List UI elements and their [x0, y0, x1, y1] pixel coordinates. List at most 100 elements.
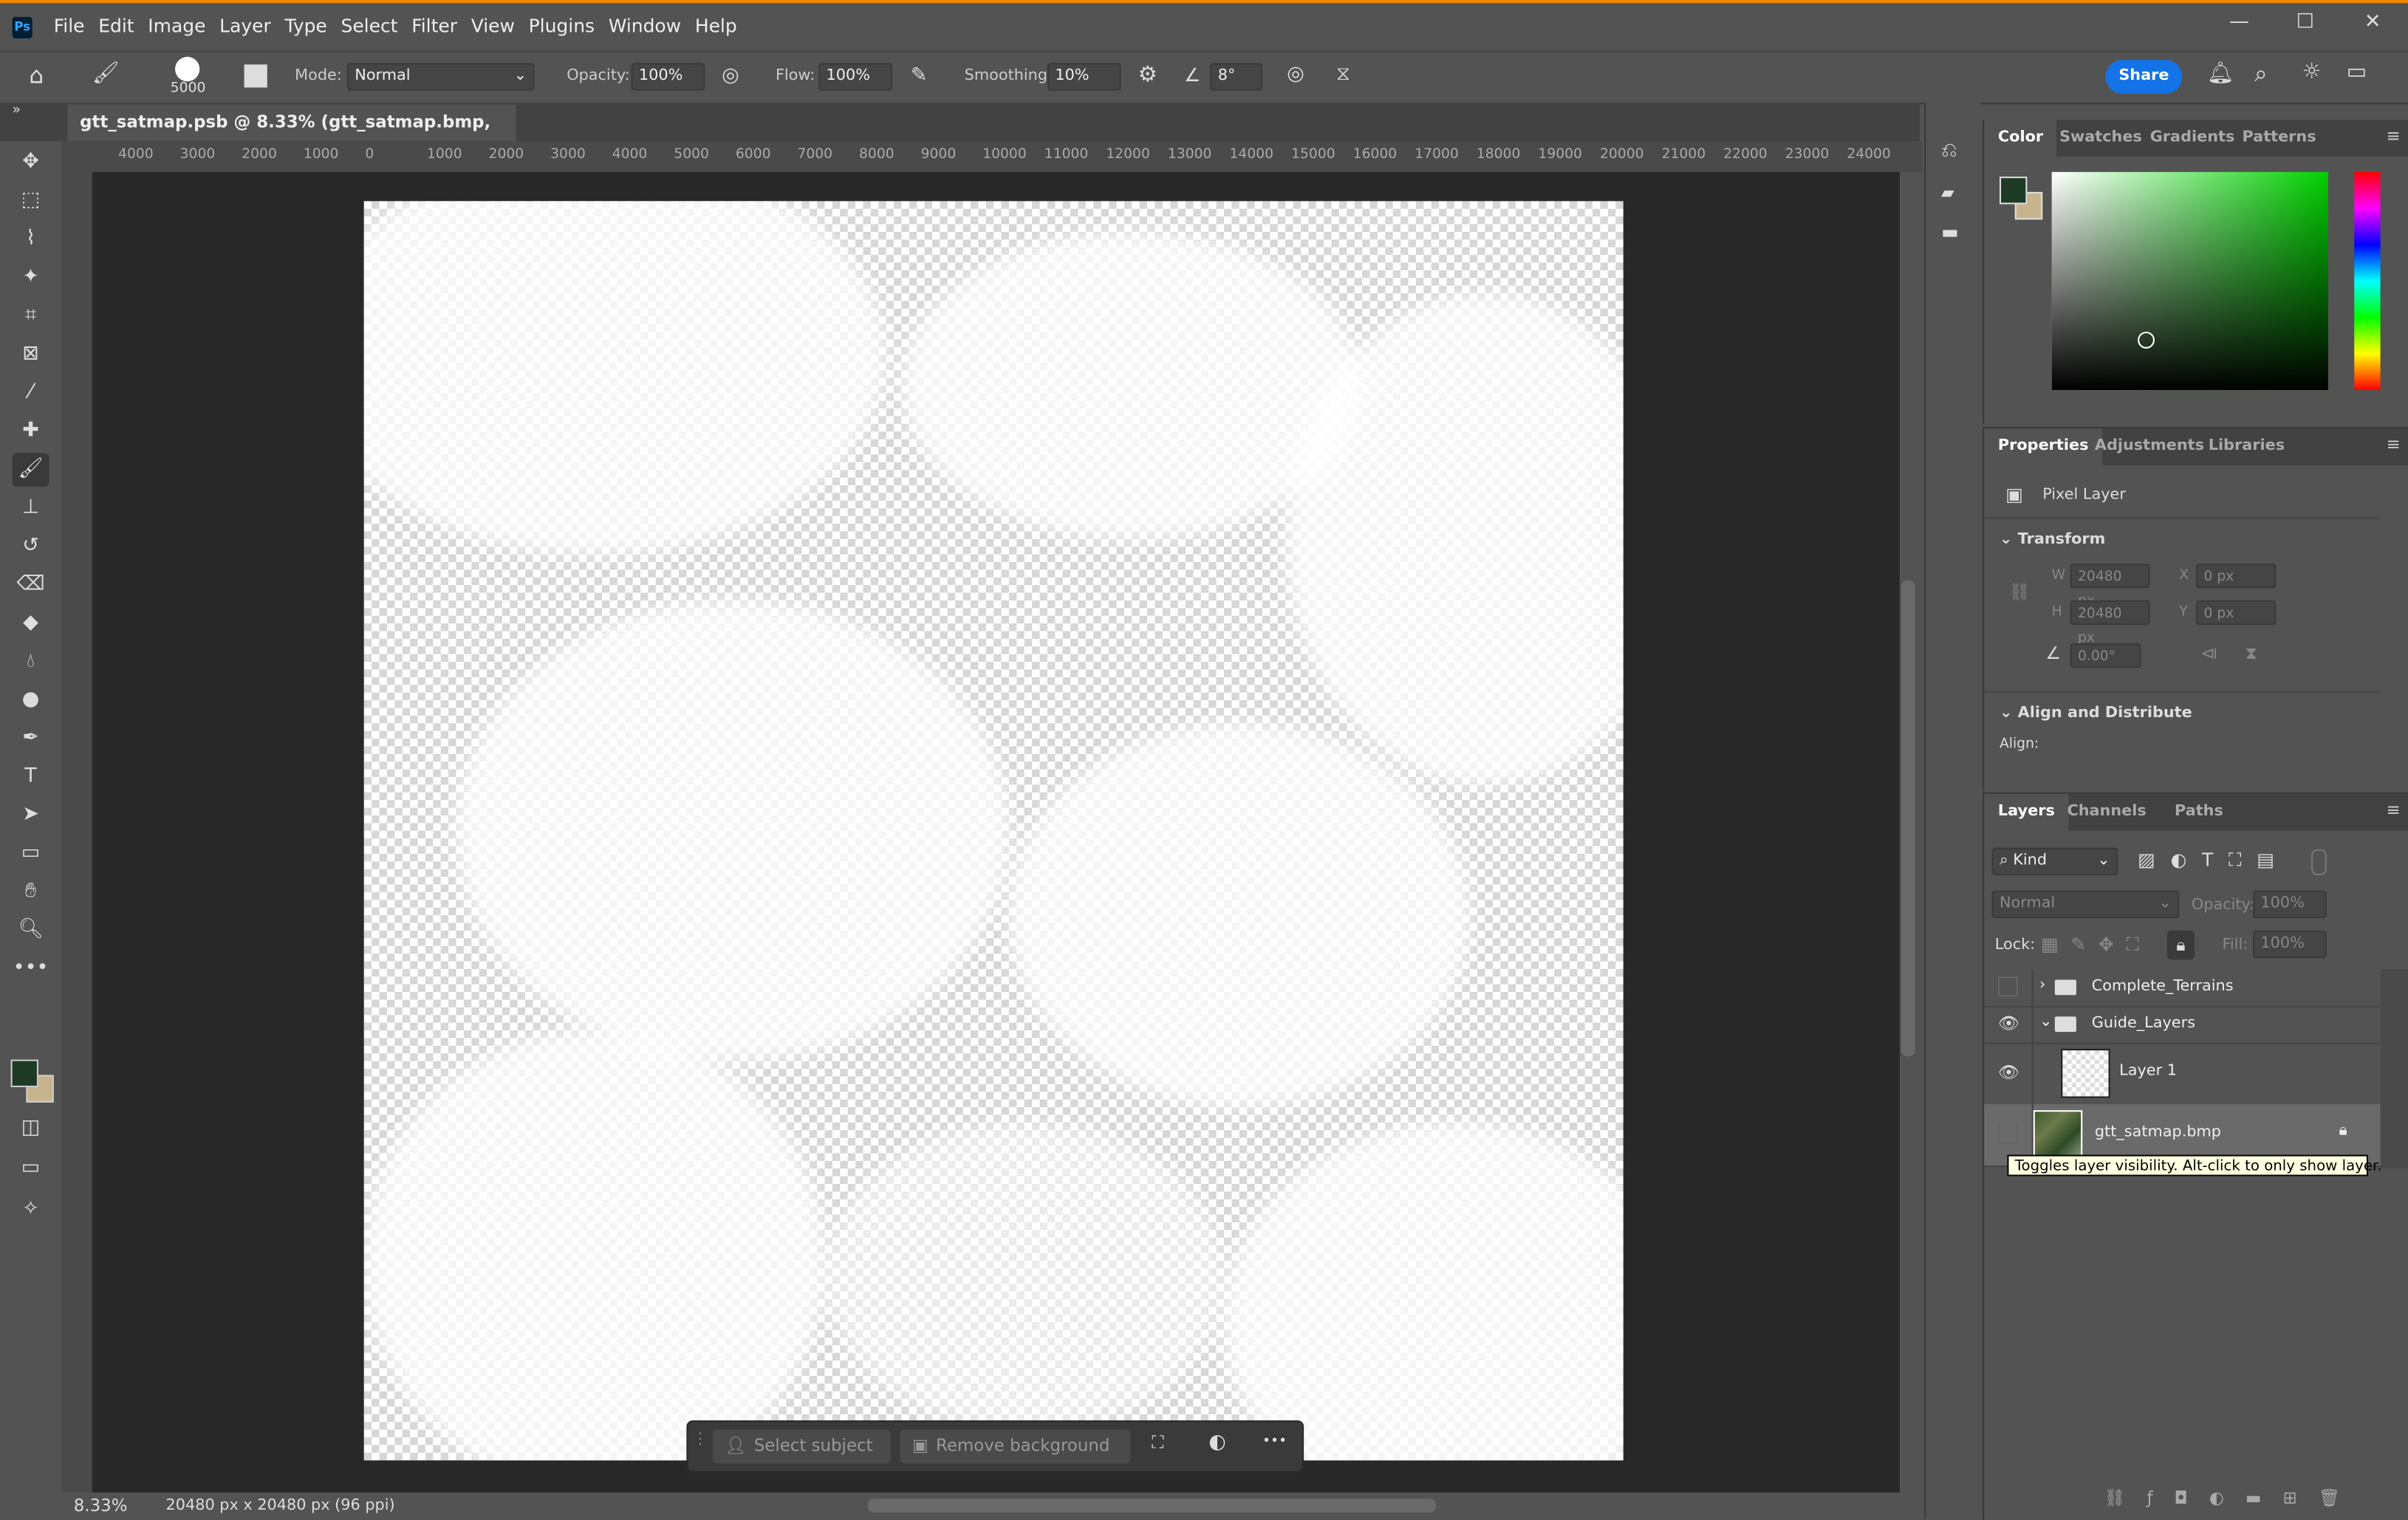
- document-tab[interactable]: gtt_satmap.psb @ 8.33% (gtt_satmap.bmp, …: [67, 104, 516, 169]
- fill-input[interactable]: 100%: [2253, 930, 2327, 959]
- layer-name[interactable]: Layer 1: [2119, 1063, 2177, 1080]
- plugins-icon[interactable]: ▰: [1941, 182, 1954, 202]
- brush-preset-icon[interactable]: 🖌: [92, 61, 120, 86]
- screen-mode-icon[interactable]: ▭: [13, 1151, 49, 1185]
- lock-all-icon[interactable]: 🔒︎: [2166, 930, 2195, 960]
- color-picker-cursor[interactable]: [2138, 332, 2155, 349]
- chevron-down-icon[interactable]: ⌄: [2039, 1013, 2052, 1030]
- dodge-tool-icon[interactable]: ●: [13, 683, 49, 717]
- eye-icon[interactable]: 👁︎: [1998, 1013, 2019, 1033]
- menu-help[interactable]: Help: [695, 3, 737, 49]
- opacity-input[interactable]: 100%: [631, 63, 705, 91]
- remove-background-button[interactable]: ▣ Remove background: [900, 1429, 1131, 1464]
- panel-menu-icon[interactable]: ≡: [2386, 434, 2400, 454]
- close-window-button[interactable]: ✕: [2350, 11, 2395, 34]
- align-section-toggle[interactable]: ⌄ Align and Distribute: [2000, 705, 2192, 722]
- paint-bucket-tool-icon[interactable]: ◆: [13, 606, 49, 640]
- layer-row[interactable]: 👁︎ Layer 1: [1984, 1042, 2381, 1106]
- layer-opacity-input[interactable]: 100%: [2253, 890, 2327, 919]
- expand-toolbar-icon[interactable]: »: [0, 103, 62, 142]
- bell-icon[interactable]: 🔔︎: [2207, 61, 2234, 86]
- layers-scroll-track[interactable]: [2380, 968, 2408, 1169]
- stamp-tool-icon[interactable]: ⊥: [13, 491, 49, 525]
- zoom-level[interactable]: 8.33%: [74, 1496, 128, 1516]
- move-tool-icon[interactable]: ✥: [13, 146, 49, 180]
- type-tool-icon[interactable]: T: [13, 760, 49, 794]
- menu-view[interactable]: View: [471, 3, 515, 49]
- color-field[interactable]: [2051, 171, 2328, 391]
- zoom-tool-icon[interactable]: 🔍︎: [13, 914, 49, 948]
- layer-name[interactable]: Guide_Layers: [2092, 1015, 2195, 1032]
- brush-tool-icon[interactable]: 🖌︎: [12, 453, 49, 487]
- crop-tool-icon[interactable]: ⌗: [13, 299, 49, 333]
- visibility-toggle[interactable]: [1997, 1123, 2018, 1144]
- magic-wand-tool-icon[interactable]: ✦: [13, 261, 49, 295]
- brush-size-icon[interactable]: [175, 56, 200, 82]
- healing-tool-icon[interactable]: ✚: [13, 414, 49, 448]
- document-info[interactable]: 20480 px x 20480 px (96 ppi): [166, 1497, 395, 1514]
- menu-image[interactable]: Image: [148, 3, 205, 49]
- history-brush-tool-icon[interactable]: ↺: [13, 530, 49, 564]
- discover-lightbulb-icon[interactable]: ☼: [2302, 60, 2322, 84]
- layer-row[interactable]: 👁︎ ⌄ Guide_Layers: [1984, 1005, 2381, 1044]
- drag-handle-icon[interactable]: ⋮: [693, 1431, 708, 1448]
- maximize-button[interactable]: ☐: [2282, 11, 2328, 34]
- layer-footer-buttons[interactable]: ⛓ƒ◘◐▬⊞🗑︎: [2104, 1488, 2361, 1508]
- lock-icons[interactable]: ▦✎✥⛶: [2041, 934, 2151, 956]
- marquee-tool-icon[interactable]: ⬚: [13, 184, 49, 218]
- comments-icon[interactable]: ▬: [1941, 221, 1959, 242]
- more-options-button[interactable]: •••: [1262, 1434, 1287, 1450]
- height-input[interactable]: 20480 px: [2070, 600, 2150, 646]
- chevron-right-icon[interactable]: ›: [2039, 976, 2045, 993]
- eyedropper-tool-icon[interactable]: ⁄: [13, 376, 49, 410]
- layer-filter-select[interactable]: ⌕ Kind ⌄: [1991, 847, 2118, 876]
- foreground-color-swatch[interactable]: [10, 1059, 38, 1088]
- brush-settings-icon[interactable]: [244, 64, 267, 88]
- panel-menu-icon[interactable]: ≡: [2386, 800, 2400, 820]
- document-canvas[interactable]: [363, 201, 1624, 1461]
- horizontal-scrollbar[interactable]: [867, 1499, 1436, 1513]
- brush-angle-input[interactable]: 8°: [1210, 63, 1263, 91]
- flow-input[interactable]: 100%: [818, 63, 892, 91]
- mode-select[interactable]: Normal ⌄: [346, 63, 535, 91]
- eraser-tool-icon[interactable]: ⌫: [13, 568, 49, 602]
- flip-vertical-icon[interactable]: ⧗: [2245, 643, 2257, 665]
- tab-channels[interactable]: Channels: [2053, 794, 2161, 831]
- menu-edit[interactable]: Edit: [98, 3, 134, 49]
- airbrush-icon[interactable]: ✎: [911, 64, 928, 87]
- pressure-opacity-icon[interactable]: ◎: [722, 64, 739, 87]
- blur-tool-icon[interactable]: 💧︎: [13, 645, 49, 679]
- eye-icon[interactable]: 👁︎: [1998, 1063, 2019, 1083]
- menu-file[interactable]: File: [54, 3, 85, 49]
- select-subject-button[interactable]: 👤︎ Select subject: [712, 1429, 891, 1464]
- tab-paths[interactable]: Paths: [2161, 794, 2237, 831]
- lasso-tool-icon[interactable]: ⌇: [13, 222, 49, 256]
- frame-tool-icon[interactable]: ⊠: [13, 338, 49, 372]
- share-button[interactable]: Share: [2105, 60, 2183, 94]
- vertical-scrollbar[interactable]: [1901, 580, 1915, 1057]
- link-icon[interactable]: ⛓: [2008, 582, 2030, 602]
- menu-window[interactable]: Window: [609, 3, 681, 49]
- layer-name[interactable]: Complete_Terrains: [2092, 978, 2234, 995]
- hand-tool-icon[interactable]: ✋︎: [13, 875, 49, 909]
- path-select-tool-icon[interactable]: ➤: [13, 798, 49, 832]
- symmetry-icon[interactable]: ⧖: [1336, 63, 1350, 86]
- menu-filter[interactable]: Filter: [411, 3, 457, 49]
- home-icon[interactable]: ⌂: [30, 61, 44, 89]
- tab-libraries[interactable]: Libraries: [2195, 428, 2299, 465]
- gear-icon[interactable]: ⚙: [1138, 63, 1157, 87]
- adjustment-icon[interactable]: ◐: [1208, 1431, 1226, 1454]
- x-input[interactable]: 0 px: [2196, 564, 2277, 589]
- smoothing-input[interactable]: 10%: [1047, 63, 1121, 91]
- color-foreground-swatch[interactable]: [1999, 177, 2028, 205]
- more-tool-icon[interactable]: •••: [13, 952, 49, 986]
- y-input[interactable]: 0 px: [2196, 600, 2277, 626]
- hue-slider[interactable]: [2354, 171, 2381, 391]
- blend-mode-select[interactable]: Normal ⌄: [1991, 890, 2180, 919]
- flip-horizontal-icon[interactable]: ⧏: [2200, 643, 2217, 663]
- filter-toggle[interactable]: [2311, 849, 2327, 876]
- layer-filter-icons[interactable]: ▨◐T⛶▤: [2138, 849, 2290, 872]
- layer-row[interactable]: › Complete_Terrains: [1984, 968, 2381, 1007]
- workspace-icon[interactable]: ▭: [2347, 60, 2367, 84]
- menu-select[interactable]: Select: [341, 3, 397, 49]
